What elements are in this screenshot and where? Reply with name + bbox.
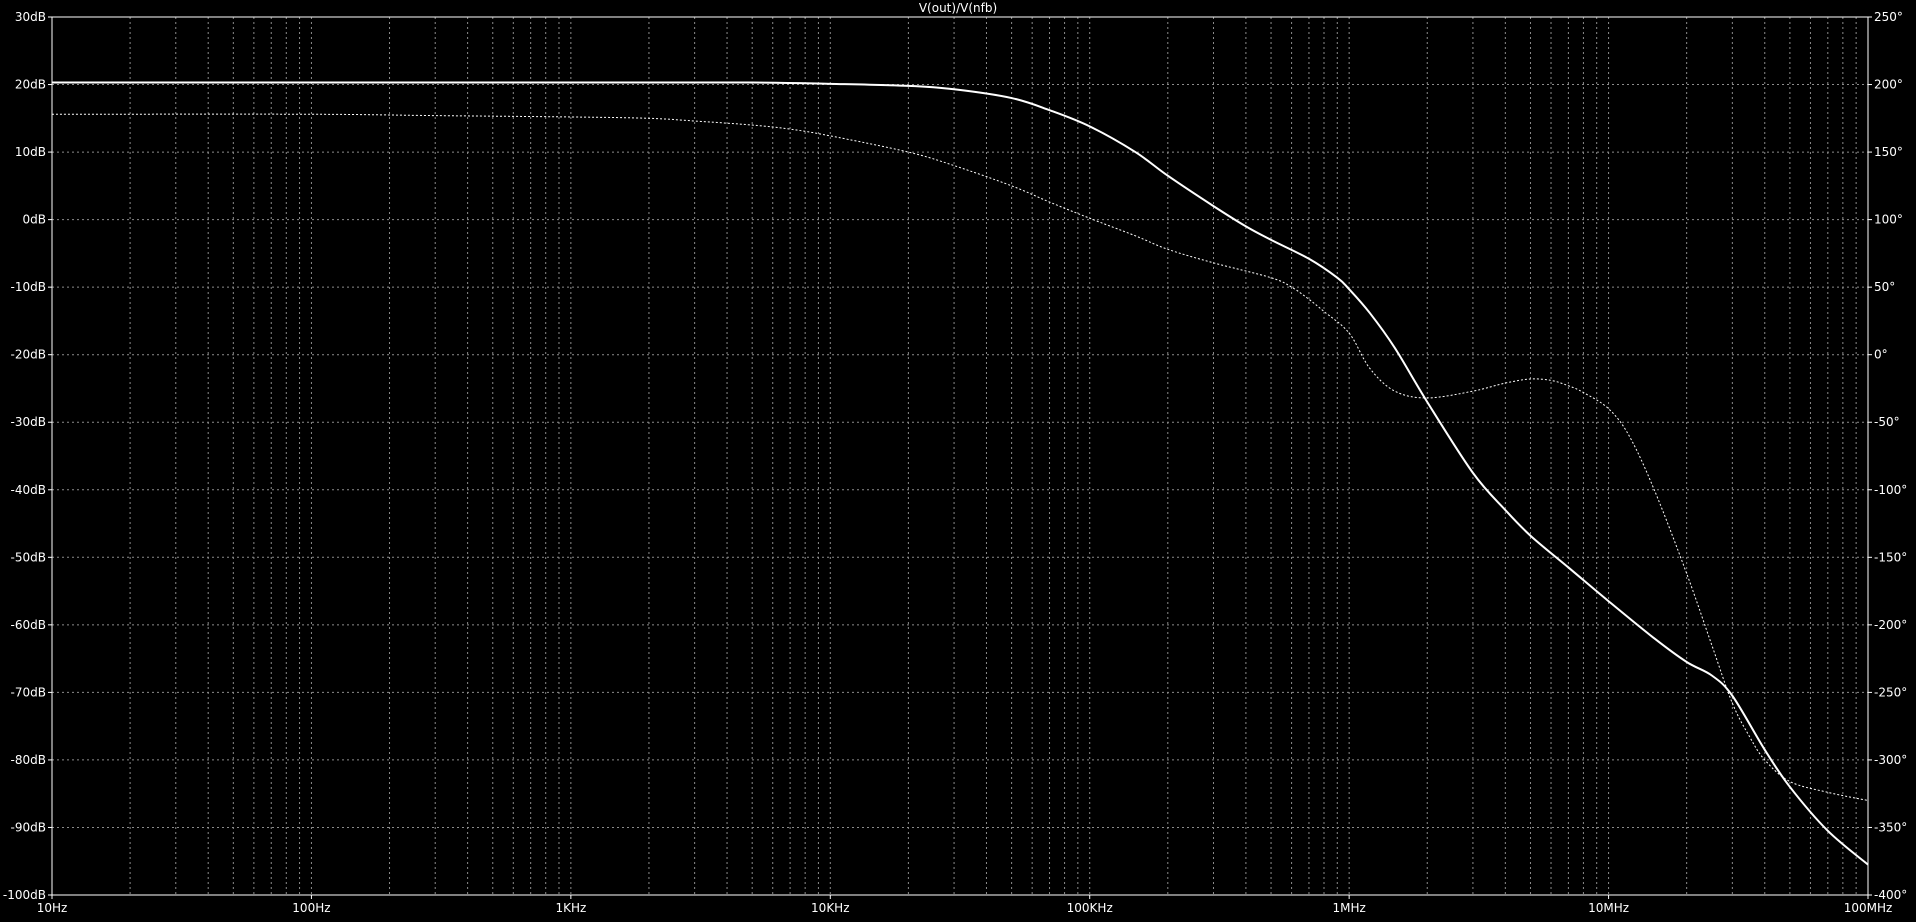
phase-trace xyxy=(51,113,1869,801)
chart-title: V(out)/V(nfb) xyxy=(919,1,997,15)
y-left-tick-label: 10dB xyxy=(15,145,46,159)
grid-lines xyxy=(52,17,1868,895)
y-left-tick-label: -80dB xyxy=(11,753,46,767)
x-tick-label: 10Hz xyxy=(37,901,68,915)
chart-canvas: 30dB 20dB 10dB 0dB -10dB -20dB -30dB -40dB -50dB… xyxy=(3,1,1907,915)
y-right-tick-label: -400° xyxy=(1874,888,1907,902)
y-right-tick-label: -300° xyxy=(1874,753,1907,767)
y-left-tick-label: -90dB xyxy=(11,820,46,834)
y-left-tick-label: 20dB xyxy=(15,78,46,92)
y-right-tick-label: 50° xyxy=(1874,280,1895,294)
y-right-tick-label: 250° xyxy=(1874,10,1903,24)
bode-plot: 30dB 20dB 10dB 0dB -10dB -20dB -30dB -40dB -50dB… xyxy=(0,0,1916,917)
y-left-tick-label: -10dB xyxy=(11,280,46,294)
y-left-tick-label: -60dB xyxy=(11,618,46,632)
y-axis-left-ticks: 30dB 20dB 10dB 0dB -10dB -20dB -30dB -40dB -50dB… xyxy=(3,10,52,902)
y-left-tick-label: -50dB xyxy=(11,550,46,564)
y-left-tick-label: -100dB xyxy=(3,888,46,902)
y-left-tick-label: -70dB xyxy=(11,685,46,699)
x-tick-label: 1MHz xyxy=(1332,901,1365,915)
y-right-tick-label: -200° xyxy=(1874,618,1907,632)
y-left-tick-label: -40dB xyxy=(11,483,46,497)
y-right-tick-label: -100° xyxy=(1874,483,1907,497)
x-tick-label: 100KHz xyxy=(1067,901,1113,915)
x-tick-label: 10MHz xyxy=(1588,901,1629,915)
x-tick-label: 100Hz xyxy=(292,901,330,915)
y-left-tick-label: -30dB xyxy=(11,415,46,429)
y-right-tick-label: -50° xyxy=(1874,415,1900,429)
y-left-tick-label: 30dB xyxy=(15,10,46,24)
x-tick-label: 100MHz xyxy=(1844,901,1893,915)
y-left-tick-label: -20dB xyxy=(11,348,46,362)
magnitude-trace xyxy=(52,81,1869,866)
x-tick-label: 10KHz xyxy=(811,901,849,915)
y-left-tick-label: 0dB xyxy=(23,213,46,227)
x-axis-ticks: 10Hz 100Hz 1KHz 10KHz 100KHz 1MHz 10MHz 100MHz xyxy=(37,895,1893,915)
y-right-tick-label: 0° xyxy=(1874,348,1888,362)
x-tick-label: 1KHz xyxy=(555,901,586,915)
y-right-tick-label: -250° xyxy=(1874,685,1907,699)
y-right-tick-label: 150° xyxy=(1874,145,1903,159)
y-right-tick-label: 200° xyxy=(1874,78,1903,92)
y-right-tick-label: -150° xyxy=(1874,550,1907,564)
y-right-tick-label: -350° xyxy=(1874,820,1907,834)
y-axis-right-ticks: 250° 200° 150° 100° 50° 0° -50° -100° -150° -200°… xyxy=(1868,10,1907,902)
y-right-tick-label: 100° xyxy=(1874,213,1903,227)
traces xyxy=(51,81,1869,866)
plot-frame xyxy=(51,16,1869,896)
